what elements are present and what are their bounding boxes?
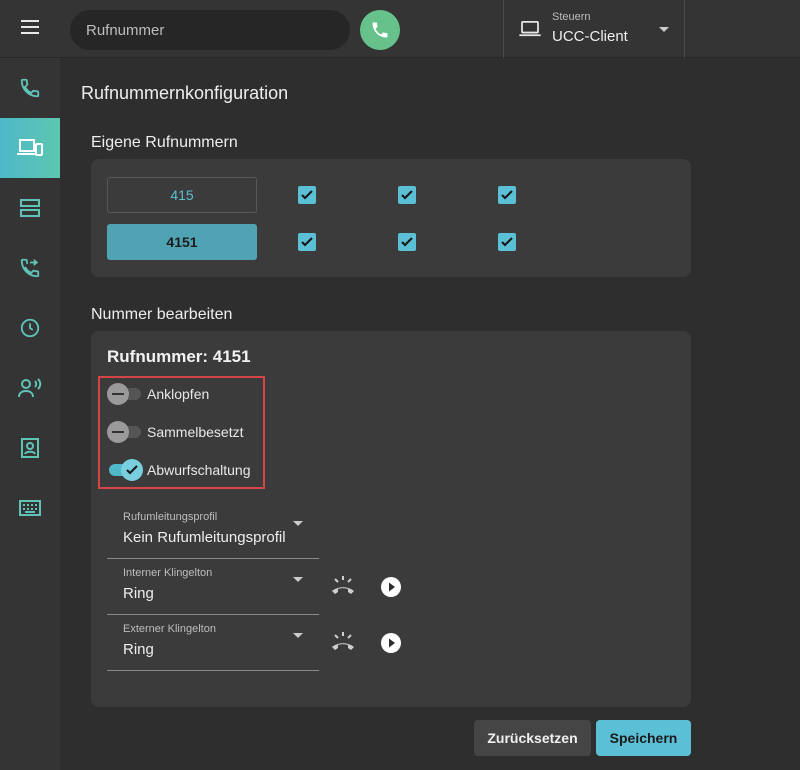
toggle-abwurfschaltung[interactable] (107, 458, 143, 482)
sidebar-item-devices[interactable] (0, 118, 60, 178)
number-button-415[interactable]: 415 (107, 177, 257, 213)
clock-icon (20, 318, 40, 338)
select-label: Rufumleitungsprofil (123, 511, 218, 523)
select-label: Externer Klingelton (123, 623, 216, 635)
call-button[interactable] (360, 10, 400, 50)
internal-ringtone-select[interactable]: Interner Klingelton Ring (107, 561, 319, 615)
server-icon (20, 199, 40, 217)
check-icon (126, 465, 138, 475)
sidebar-item-history[interactable] (0, 298, 60, 358)
check-icon (501, 190, 513, 200)
checkbox[interactable] (498, 186, 516, 204)
chevron-down-icon (659, 27, 669, 32)
contact-book-icon (21, 438, 39, 458)
number-button-4151[interactable]: 4151 (107, 224, 257, 260)
sidebar (0, 58, 60, 770)
select-value: Ring (123, 585, 154, 602)
reset-button[interactable]: Zurücksetzen (474, 720, 591, 756)
forwarding-profile-select[interactable]: Rufumleitungsprofil Kein Rufumleitungspr… (107, 505, 319, 559)
sidebar-item-phone[interactable] (0, 58, 60, 118)
chevron-down-icon (293, 521, 303, 526)
external-ringtone-select[interactable]: Externer Klingelton Ring (107, 617, 319, 671)
control-device-select[interactable]: Steuern UCC-Client (503, 0, 685, 58)
top-bar: Steuern UCC-Client (0, 0, 800, 58)
search-input[interactable] (70, 10, 350, 50)
sidebar-item-server[interactable] (0, 178, 60, 238)
ringing-phone-icon[interactable] (329, 629, 357, 657)
check-icon (501, 237, 513, 247)
keyboard-icon (19, 500, 41, 516)
checkbox[interactable] (298, 186, 316, 204)
save-button[interactable]: Speichern (596, 720, 691, 756)
toggle-label: Anklopfen (147, 386, 210, 402)
toggle-sammelbesetzt[interactable] (107, 420, 143, 444)
control-value: UCC-Client (552, 28, 628, 45)
toggle-label: Abwurfschaltung (147, 462, 251, 478)
select-label: Interner Klingelton (123, 567, 213, 579)
sidebar-item-call-forward[interactable] (0, 238, 60, 298)
voice-person-icon (18, 378, 42, 398)
devices-icon (17, 139, 43, 156)
check-icon (401, 190, 413, 200)
phone-icon (20, 78, 40, 98)
main-content: Rufnummernkonfiguration Eigene Rufnummer… (60, 58, 800, 770)
number-heading: Rufnummer: 4151 (107, 347, 251, 366)
menu-icon[interactable] (16, 16, 44, 40)
sidebar-item-contacts[interactable] (0, 418, 60, 478)
phone-icon (372, 22, 388, 38)
checkbox[interactable] (398, 186, 416, 204)
sidebar-item-voice[interactable] (0, 358, 60, 418)
own-numbers-card: 415 4151 (91, 159, 691, 277)
check-icon (401, 237, 413, 247)
check-icon (301, 237, 313, 247)
play-icon[interactable] (380, 576, 402, 598)
select-value: Kein Rufumleitungsprofil (123, 529, 286, 546)
chevron-down-icon (293, 633, 303, 638)
select-value: Ring (123, 641, 154, 658)
check-icon (301, 190, 313, 200)
call-forward-icon (20, 258, 40, 278)
page-title: Rufnummernkonfiguration (81, 83, 289, 103)
checkbox[interactable] (298, 233, 316, 251)
toggle-anklopfen[interactable] (107, 382, 143, 406)
laptop-icon (519, 21, 541, 37)
chevron-down-icon (293, 577, 303, 582)
toggle-label: Sammelbesetzt (147, 424, 244, 440)
edit-number-card: Rufnummer: 4151 Anklopfen Sammelbesetzt … (91, 331, 691, 707)
checkbox[interactable] (398, 233, 416, 251)
control-label: Steuern (552, 11, 591, 23)
own-numbers-title: Eigene Rufnummern (91, 134, 238, 151)
sidebar-item-keypad[interactable] (0, 478, 60, 538)
ringing-phone-icon[interactable] (329, 573, 357, 601)
checkbox[interactable] (498, 233, 516, 251)
play-icon[interactable] (380, 632, 402, 654)
edit-number-title: Nummer bearbeiten (91, 306, 233, 323)
